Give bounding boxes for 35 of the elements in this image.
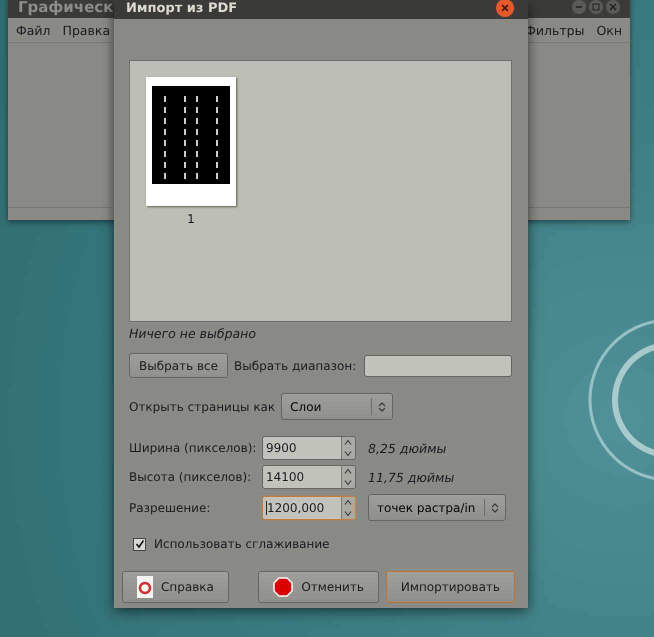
import-button[interactable]: Импортировать: [386, 571, 515, 603]
dialog-title: Импорт из PDF: [126, 1, 238, 18]
unit-text: 8,25 дюймы: [368, 440, 448, 456]
spin-field[interactable]: 1200,000: [262, 496, 356, 520]
antialias-label: Использовать сглаживание: [154, 537, 330, 551]
spin-field[interactable]: 9900: [262, 436, 356, 460]
field-label: Ширина (пикселов):: [129, 441, 258, 455]
close-button[interactable]: [496, 0, 514, 17]
antialias-checkbox[interactable]: [133, 538, 146, 550]
range-label: Выбрать диапазон:: [234, 358, 356, 372]
unit-text: 11,75 дюймы: [368, 470, 456, 484]
window-title: Графическ: [18, 0, 114, 16]
menu-item[interactable]: Файл: [16, 22, 51, 38]
spin-field[interactable]: 14100: [262, 465, 356, 489]
menu-item[interactable]: Фильтры: [525, 22, 584, 38]
stop-icon: [273, 577, 294, 597]
lifebuoy-icon: [137, 576, 153, 598]
unit-dropdown[interactable]: точек растра/in: [368, 494, 506, 521]
menu-item[interactable]: Правка: [62, 22, 110, 38]
range-input-field[interactable]: [364, 354, 512, 376]
up-down-icon: [378, 400, 386, 412]
selection-status: Ничего не выбрано: [129, 326, 257, 341]
open-as-dropdown[interactable]: Слои: [281, 393, 394, 420]
maximize-icon: [592, 3, 600, 11]
select-all-button[interactable]: Выбрать все: [129, 353, 228, 378]
menu-item[interactable]: Окн: [596, 22, 622, 38]
cancel-button[interactable]: Отменить: [258, 571, 379, 603]
help-button[interactable]: Справка: [122, 571, 229, 603]
field-label: Высота (пикселов):: [129, 470, 252, 484]
close-icon: [501, 4, 509, 12]
page-number: 1: [187, 212, 195, 226]
open-as-label: Открыть страницы как: [129, 400, 276, 414]
close-icon: [609, 3, 617, 11]
up-down-icon: [491, 502, 499, 514]
field-label: Разрешение:: [129, 500, 212, 514]
